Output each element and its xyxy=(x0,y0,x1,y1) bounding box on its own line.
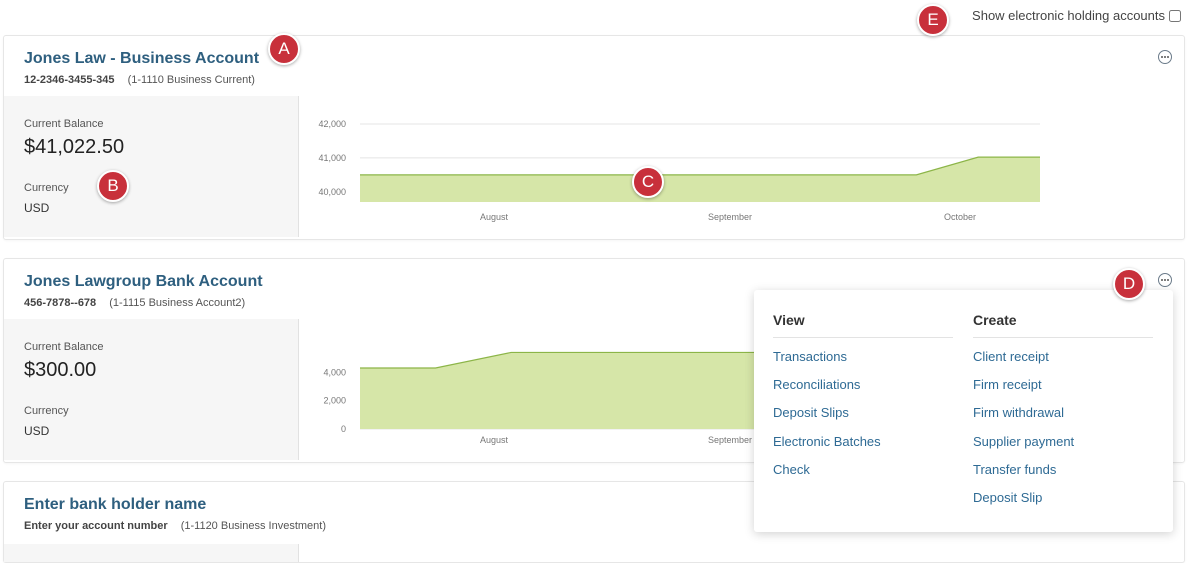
balance-chart: 40,000 41,000 42,000 August September October xyxy=(318,119,1040,222)
menu-item-check[interactable]: Check xyxy=(773,461,953,489)
annotation-badge-b: B xyxy=(97,170,129,202)
menu-view-column: View Transactions Reconciliations Deposi… xyxy=(773,312,953,489)
balance-panel: Current Balance $300.00 Currency USD xyxy=(4,319,299,460)
menu-create-column: Create Client receipt Firm receipt Firm … xyxy=(973,312,1153,517)
account-card-header: Jones Law - Business Account 12-2346-345… xyxy=(4,36,1184,96)
show-electronic-checkbox[interactable] xyxy=(1169,9,1181,22)
menu-item-transactions[interactable]: Transactions xyxy=(773,348,953,376)
y-tick-label: 2,000 xyxy=(323,396,346,406)
account-subtitle: 456-7878--678 (1-1115 Business Account2) xyxy=(24,297,245,309)
currency-value: USD xyxy=(24,424,50,438)
balance-panel: Current Balance $41,022.50 Currency USD xyxy=(4,96,299,237)
account-card-1: Jones Law - Business Account 12-2346-345… xyxy=(3,35,1185,240)
account-ledger: (1-1115 Business Account2) xyxy=(109,297,246,309)
annotation-badge-c: C xyxy=(632,166,664,198)
menu-item-reconciliations[interactable]: Reconciliations xyxy=(773,376,953,404)
account-actions-menu: View Transactions Reconciliations Deposi… xyxy=(754,290,1173,532)
currency-label: Currency xyxy=(24,182,69,194)
y-tick-label: 40,000 xyxy=(318,187,346,197)
account-subtitle: Enter your account number (1-1120 Busine… xyxy=(24,520,326,532)
show-electronic-label: Show electronic holding accounts xyxy=(972,8,1165,23)
account-number: 12-2346-3455-345 xyxy=(24,74,115,86)
menu-view-header: View xyxy=(773,312,953,338)
x-tick-label: August xyxy=(480,212,509,222)
menu-item-electronic-batches[interactable]: Electronic Batches xyxy=(773,433,953,461)
x-tick-label: August xyxy=(480,435,509,445)
show-electronic-toggle[interactable]: Show electronic holding accounts xyxy=(972,8,1181,23)
annotation-badge-e: E xyxy=(917,4,949,36)
y-tick-label: 4,000 xyxy=(323,367,346,377)
y-tick-label: 41,000 xyxy=(318,153,346,163)
current-balance-label: Current Balance xyxy=(24,118,104,130)
menu-item-deposit-slips[interactable]: Deposit Slips xyxy=(773,404,953,432)
current-balance-label: Current Balance xyxy=(24,341,104,353)
current-balance-value: $41,022.50 xyxy=(24,136,125,158)
annotation-badge-a: A xyxy=(268,33,300,65)
y-tick-label: 42,000 xyxy=(318,119,346,129)
account-number: 456-7878--678 xyxy=(24,297,97,309)
area-fill xyxy=(360,157,1040,202)
account-ledger: (1-1120 Business Investment) xyxy=(180,520,327,532)
account-title[interactable]: Jones Lawgroup Bank Account xyxy=(24,273,263,291)
menu-item-supplier-payment[interactable]: Supplier payment xyxy=(973,433,1153,461)
currency-label: Currency xyxy=(24,405,69,417)
balance-panel xyxy=(4,544,299,562)
annotation-badge-d: D xyxy=(1113,268,1145,300)
current-balance-value: $300.00 xyxy=(24,359,97,381)
menu-item-deposit-slip[interactable]: Deposit Slip xyxy=(973,489,1153,517)
currency-value: USD xyxy=(24,201,50,215)
account-subtitle: 12-2346-3455-345 (1-1110 Business Curren… xyxy=(24,74,255,86)
account-title[interactable]: Enter bank holder name xyxy=(24,496,206,514)
menu-item-firm-receipt[interactable]: Firm receipt xyxy=(973,376,1153,404)
menu-item-firm-withdrawal[interactable]: Firm withdrawal xyxy=(973,404,1153,432)
menu-item-transfer-funds[interactable]: Transfer funds xyxy=(973,461,1153,489)
more-options-icon[interactable] xyxy=(1158,273,1172,287)
x-tick-label: September xyxy=(708,212,752,222)
x-tick-label: October xyxy=(944,212,976,222)
more-options-icon[interactable] xyxy=(1158,50,1172,64)
account-number: Enter your account number xyxy=(24,520,168,532)
menu-item-client-receipt[interactable]: Client receipt xyxy=(973,348,1153,376)
account-ledger: (1-1110 Business Current) xyxy=(127,74,255,86)
account-title[interactable]: Jones Law - Business Account xyxy=(24,50,259,68)
menu-create-header: Create xyxy=(973,312,1153,338)
x-tick-label: September xyxy=(708,435,752,445)
account-card-body: Current Balance $41,022.50 Currency USD … xyxy=(4,96,1184,237)
y-tick-label: 0 xyxy=(341,424,346,434)
